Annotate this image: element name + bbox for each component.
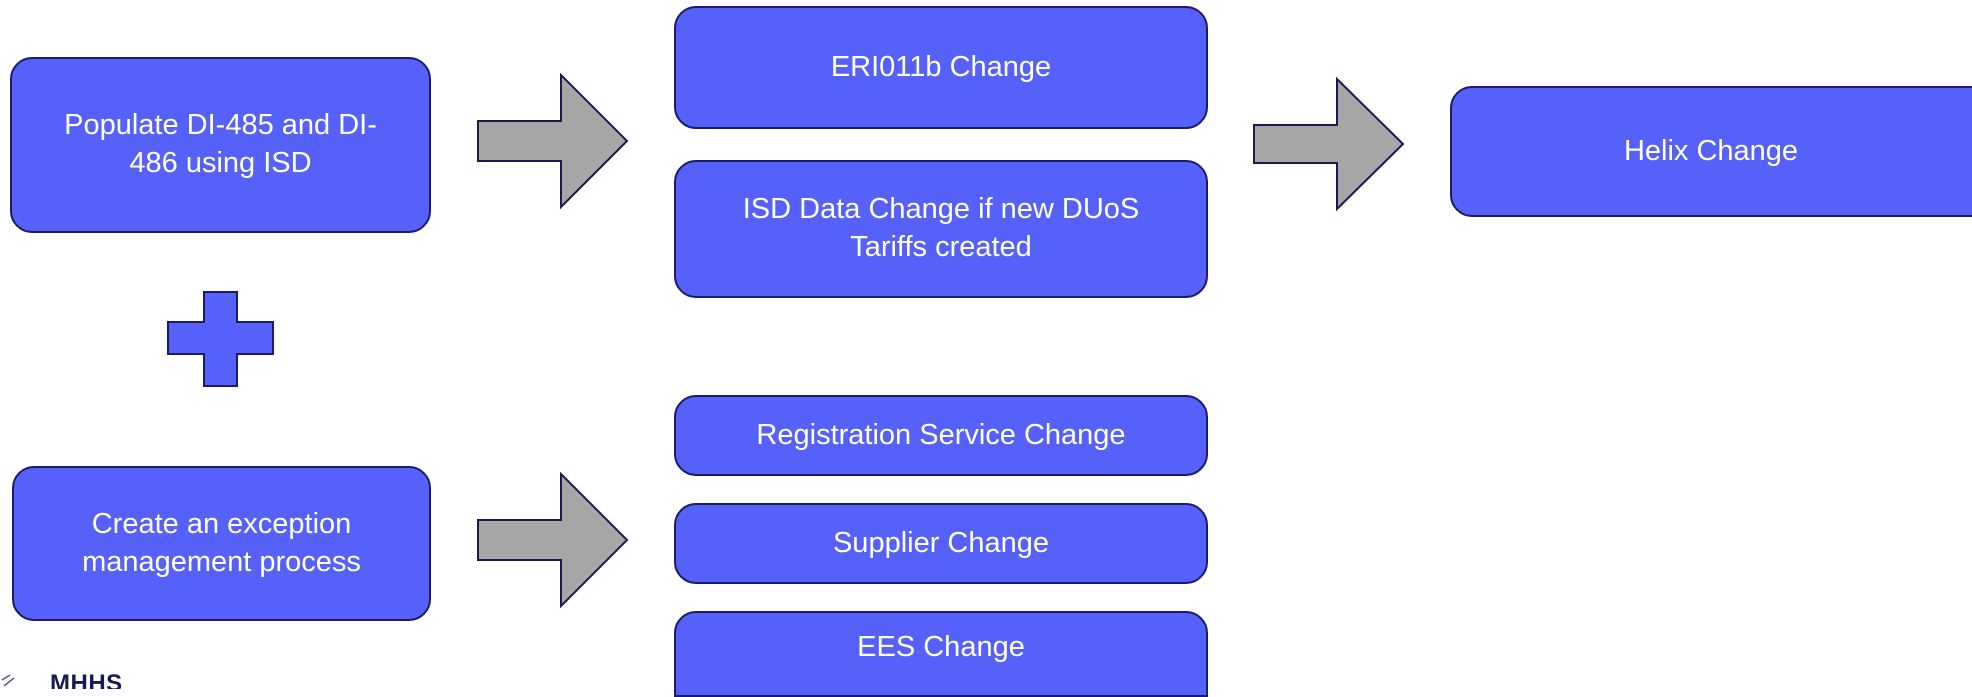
supplier-label: Supplier Change [832, 526, 1050, 559]
ees-label: EES Change [857, 631, 1025, 664]
registration-box: Registration Service Change [674, 395, 1208, 476]
populate-label: Populate DI-485 and DI-486 using ISD [64, 109, 377, 179]
helix-label: Helix Change [1623, 134, 1799, 167]
exception-box: Create an exception management process [12, 466, 431, 621]
arrow-right-icon [1253, 77, 1405, 211]
mhhs-logo: MHHS [0, 672, 123, 689]
arrow-right-icon [477, 472, 629, 608]
ees-box: EES Change [674, 611, 1208, 697]
populate-box: Populate DI-485 and DI-486 using ISD [10, 57, 431, 233]
supplier-box: Supplier Change [674, 503, 1208, 584]
plus-icon [167, 291, 274, 387]
eri011b-label: ERI011b Change [830, 50, 1052, 83]
registration-label: Registration Service Change [756, 418, 1126, 451]
isd-data-box: ISD Data Change if new DUoS Tariffs crea… [674, 160, 1208, 298]
isd-data-label: ISD Data Change if new DUoS Tariffs crea… [742, 193, 1140, 263]
exception-label: Create an exception management process [82, 507, 361, 578]
logo-mark-icon [1, 674, 15, 687]
logo-text: MHHS [50, 672, 123, 689]
eri011b-box: ERI011b Change [674, 6, 1208, 129]
helix-box: Helix Change [1450, 86, 1972, 217]
arrow-right-icon [477, 73, 629, 209]
